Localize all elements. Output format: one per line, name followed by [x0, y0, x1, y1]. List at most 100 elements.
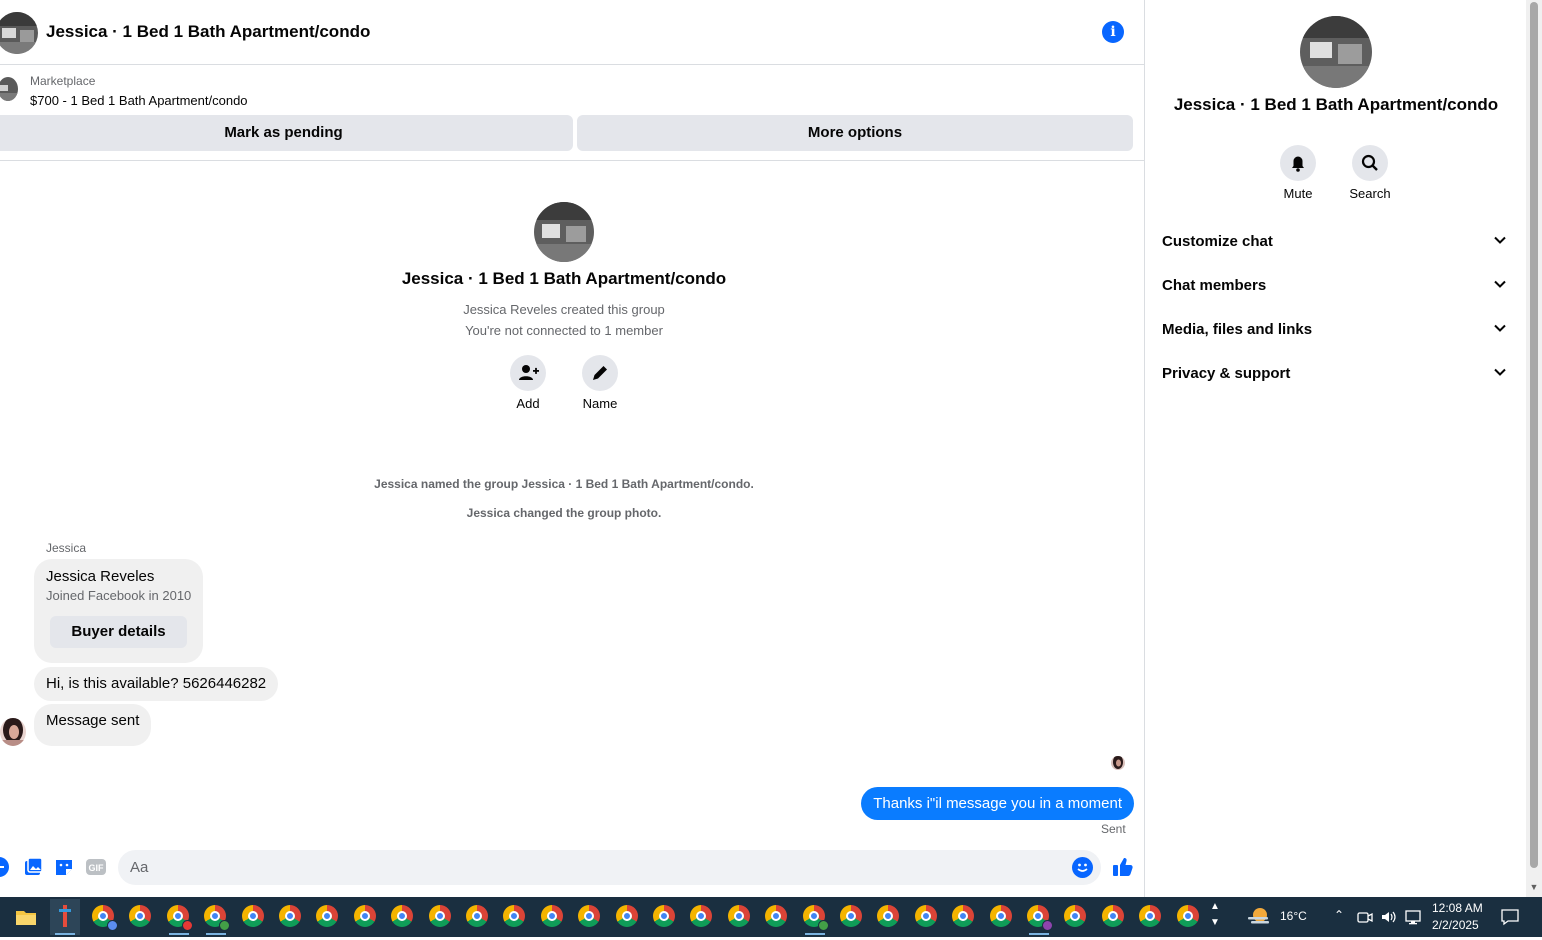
- info-icon[interactable]: i: [1102, 21, 1124, 43]
- active-indicator: [1029, 933, 1049, 935]
- chrome-taskbar-icon[interactable]: [92, 905, 118, 931]
- system-message: Jessica changed the group photo.: [466, 506, 662, 520]
- chrome-icon: [615, 905, 638, 927]
- more-actions-icon[interactable]: [0, 856, 10, 878]
- chat-members-section[interactable]: Chat members: [1162, 274, 1510, 298]
- weather-temp[interactable]: 16°C: [1280, 909, 1307, 923]
- mark-as-pending-button[interactable]: Mark as pending: [0, 115, 573, 151]
- chrome-taskbar-icon[interactable]: [316, 905, 340, 929]
- emoji-icon[interactable]: [1072, 857, 1093, 878]
- chrome-taskbar-icon[interactable]: [914, 905, 939, 929]
- network-icon[interactable]: [1404, 908, 1422, 926]
- chrome-icon: [765, 905, 788, 927]
- thumbs-up-icon[interactable]: [1112, 856, 1134, 878]
- group-avatar[interactable]: [0, 12, 38, 54]
- profile-badge-icon: [107, 920, 118, 931]
- page-scrollbar[interactable]: ▼: [1526, 0, 1542, 897]
- sender-avatar[interactable]: [0, 718, 26, 746]
- chrome-taskbar-icon[interactable]: [540, 905, 565, 929]
- connection-text: You're not connected to 1 member: [465, 323, 663, 338]
- chrome-taskbar-icon[interactable]: [241, 905, 266, 929]
- marketplace-label: Marketplace: [30, 74, 96, 88]
- chrome-taskbar-icon[interactable]: [1176, 905, 1201, 929]
- chrome-icon: [727, 905, 750, 927]
- chrome-taskbar-icon[interactable]: [391, 905, 415, 929]
- weather-icon[interactable]: [1246, 905, 1270, 929]
- chrome-icon: [914, 905, 937, 927]
- chrome-taskbar-icon[interactable]: [690, 905, 714, 929]
- taskbar-overflow-icon[interactable]: ▲ ▼: [1209, 899, 1221, 935]
- privacy-support-section[interactable]: Privacy & support: [1162, 362, 1510, 386]
- chrome-icon: [279, 905, 301, 927]
- chrome-taskbar-icon[interactable]: [204, 905, 231, 935]
- file-explorer-icon[interactable]: [14, 905, 38, 929]
- message-input[interactable]: [130, 850, 1060, 885]
- taskbar-clock[interactable]: 12:08 AM 2/2/2025: [1432, 900, 1483, 934]
- scrollbar-thumb[interactable]: [1530, 2, 1538, 868]
- outgoing-message[interactable]: Thanks i"il message you in a moment: [861, 787, 1134, 820]
- gif-icon[interactable]: GIF: [85, 856, 107, 878]
- scroll-down-arrow-icon[interactable]: ▼: [1528, 882, 1540, 892]
- chrome-taskbar-icon[interactable]: [877, 905, 901, 929]
- meet-icon[interactable]: [1356, 908, 1374, 926]
- add-person-icon: [519, 365, 539, 380]
- chrome-taskbar-icon[interactable]: [279, 905, 303, 929]
- windows-taskbar: ▲ ▼ 16°C ⌃ 12:08 AM 2/2/2025: [0, 897, 1542, 937]
- chrome-icon: [466, 905, 488, 927]
- conversation-pane: Jessica · 1 Bed 1 Bath Apartment/condo i…: [0, 0, 1145, 897]
- section-label: Chat members: [1162, 277, 1267, 294]
- add-member-button[interactable]: [510, 355, 546, 391]
- add-label: Add: [516, 396, 540, 411]
- photo-icon[interactable]: [22, 856, 44, 878]
- more-options-button[interactable]: More options: [577, 115, 1133, 151]
- chrome-taskbar-icon[interactable]: [578, 905, 602, 929]
- chrome-taskbar-icon[interactable]: [166, 905, 193, 935]
- chrome-taskbar-icon[interactable]: [952, 905, 976, 929]
- svg-text:GIF: GIF: [89, 863, 105, 873]
- listing-thumbnail[interactable]: [0, 77, 18, 101]
- chrome-taskbar-icon[interactable]: [989, 905, 1014, 929]
- chat-info-panel: Jessica · 1 Bed 1 Bath Apartment/condo M…: [1146, 0, 1526, 897]
- chrome-taskbar-icon[interactable]: [428, 905, 453, 929]
- active-indicator: [804, 933, 825, 935]
- incoming-message[interactable]: Hi, is this available? 5626446282: [34, 667, 279, 701]
- notification-icon[interactable]: [1500, 907, 1520, 927]
- chrome-taskbar-icon[interactable]: [1139, 905, 1163, 929]
- active-app-icon[interactable]: [50, 899, 80, 935]
- chrome-taskbar-icon[interactable]: [1027, 905, 1053, 935]
- incoming-message[interactable]: Message sent: [34, 704, 152, 746]
- bell-icon: [1292, 156, 1304, 172]
- show-hidden-icons-icon[interactable]: ⌃: [1334, 908, 1344, 922]
- clock-date: 2/2/2025: [1432, 918, 1479, 932]
- mute-button[interactable]: [1280, 145, 1316, 181]
- rename-button[interactable]: [582, 355, 618, 391]
- chrome-taskbar-icon[interactable]: [727, 905, 752, 929]
- chrome-taskbar-icon[interactable]: [466, 905, 490, 929]
- customize-chat-section[interactable]: Customize chat: [1162, 230, 1510, 254]
- chrome-taskbar-icon[interactable]: [353, 905, 378, 929]
- chrome-taskbar-icon[interactable]: [802, 905, 829, 935]
- side-group-avatar[interactable]: [1300, 16, 1372, 88]
- listing-title[interactable]: $700 - 1 Bed 1 Bath Apartment/condo: [30, 93, 248, 108]
- section-label: Privacy & support: [1162, 365, 1291, 382]
- conversation-title[interactable]: Jessica · 1 Bed 1 Bath Apartment/condo: [46, 22, 370, 42]
- chrome-taskbar-icon[interactable]: [1101, 905, 1126, 929]
- chrome-icon: [503, 905, 526, 927]
- buyer-card: Jessica Reveles Joined Facebook in 2010 …: [34, 559, 203, 663]
- chrome-taskbar-icon[interactable]: [615, 905, 640, 929]
- search-button[interactable]: [1352, 145, 1388, 181]
- seen-avatar: [1111, 756, 1125, 770]
- chrome-taskbar-icon[interactable]: [653, 905, 677, 929]
- chrome-taskbar-icon[interactable]: [129, 905, 153, 929]
- buyer-details-button[interactable]: Buyer details: [50, 616, 187, 648]
- chevron-down-icon: [1494, 236, 1506, 244]
- chrome-taskbar-icon[interactable]: [1064, 905, 1088, 929]
- chrome-taskbar-icon[interactable]: [503, 905, 527, 929]
- active-indicator: [168, 933, 189, 935]
- chrome-taskbar-icon[interactable]: [765, 905, 789, 929]
- intro-title: Jessica · 1 Bed 1 Bath Apartment/condo: [401, 269, 727, 288]
- media-files-links-section[interactable]: Media, files and links: [1162, 318, 1510, 342]
- chrome-taskbar-icon[interactable]: [840, 905, 864, 929]
- sticker-icon[interactable]: [53, 856, 75, 878]
- volume-icon[interactable]: [1380, 908, 1398, 926]
